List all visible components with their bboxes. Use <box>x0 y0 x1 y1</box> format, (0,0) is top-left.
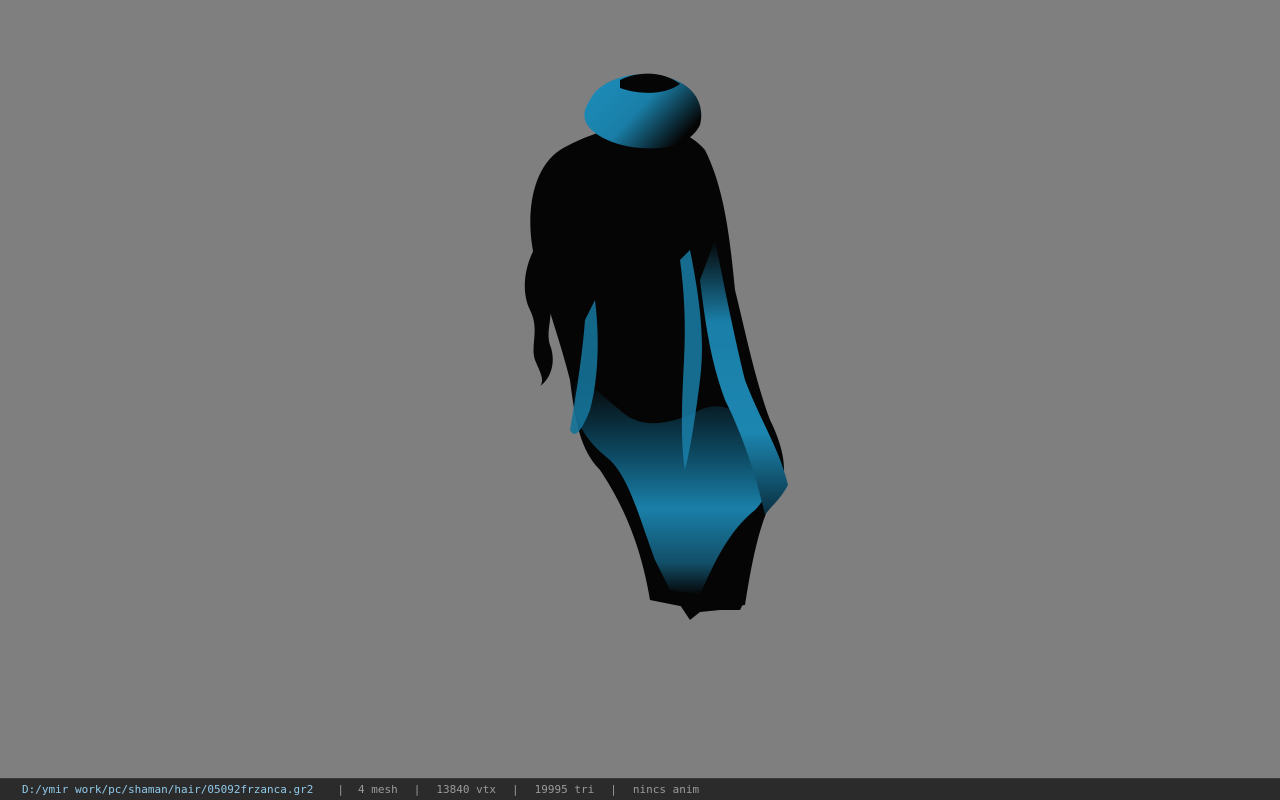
status-animation: nincs anim <box>632 783 700 796</box>
status-separator: | <box>337 783 345 796</box>
status-file-path: D:/ymir work/pc/shaman/hair/05092frzanca… <box>22 783 314 796</box>
status-triangle-count: 19995 tri <box>534 783 595 796</box>
status-mesh-count: 4 mesh <box>358 783 398 796</box>
status-separator: | <box>413 783 421 796</box>
status-vertex-count: 13840 vtx <box>436 783 497 796</box>
status-bar: D:/ymir work/pc/shaman/hair/05092frzanca… <box>0 778 1280 800</box>
3d-viewport[interactable] <box>0 0 1280 778</box>
status-separator: | <box>610 783 617 796</box>
status-separator: | <box>512 783 519 796</box>
hair-model-icon[interactable] <box>0 0 1280 778</box>
